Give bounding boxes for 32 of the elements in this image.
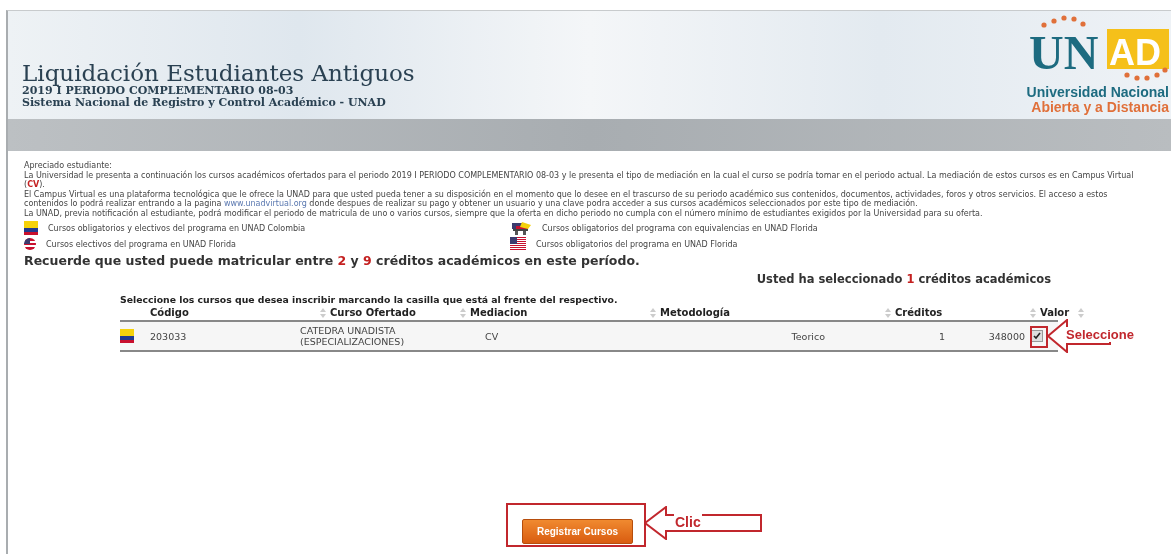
logo-name: Universidad Nacional bbox=[1026, 85, 1169, 100]
logo-mark: UN AD bbox=[1019, 15, 1169, 85]
notice-paragraph: El Campus Virtual es una plataforma tecnológica que le ofrece la UNAD para que usted pueda tener a su disposición en el momento que lo desee en el trascurso de su periodo académico sus contenidos, documentos, actividades, foros y otros servicios. El acceso a estos contenidos lo podrá realizar entrando a la pagina www.unadvirtual.org donde despues de realizar su pago y obtener un usuario y una clave podra acceder a sus cursos académicos seleccionados por este tipo de mediación. bbox=[24, 189, 1109, 208]
instruction-text: Seleccione los cursos que desea inscribir marcando la casilla que está al frente del respectivo. bbox=[120, 294, 619, 305]
greeting-text: Apreciado estudiante: bbox=[24, 161, 113, 171]
legend-label: Cursos obligatorios y electivos del programa en UNAD Colombia bbox=[48, 223, 306, 233]
column-header[interactable]: Metodología bbox=[660, 307, 731, 318]
credits-note: Recuerde que usted puede matricular entre 2 y 9 créditos académicos en este período. bbox=[24, 253, 641, 268]
column-header[interactable]: Valor bbox=[1040, 307, 1070, 318]
virtual-campus-link[interactable]: www.unadvirtual.org bbox=[224, 199, 307, 208]
table-cell-text: 1 bbox=[937, 330, 945, 342]
notice-paragraph: La Universidad le presenta a continuación los cursos académicos ofertados para el periodo 2019 I PERIODO COMPLEMENTARIO 08-03 y le presenta el tipo de mediación en la cual el curso se podría tomar en el periodo actual. La mediación de estos cursos es en Campus Virtual (CV). bbox=[24, 170, 1135, 189]
page-title: Liquidación Estudiantes Antiguos bbox=[22, 61, 415, 85]
period-subtitle: 2019 I PERIODO COMPLEMENTARIO 08-03 bbox=[22, 85, 295, 97]
annotation-label: Seleccione bbox=[1065, 327, 1135, 342]
legend-label: Cursos obligatorios del programa con equivalencias en UNAD Florida bbox=[542, 223, 818, 233]
legend-label: Cursos electivos del programa en UNAD Florida bbox=[46, 239, 236, 249]
column-header[interactable]: Curso Ofertado bbox=[330, 307, 416, 318]
table-cell-text: CV bbox=[485, 330, 500, 342]
logo-tagline: Abierta y a Distancia bbox=[1031, 100, 1169, 115]
system-subtitle: Sistema Nacional de Registro y Control Académico - UNAD bbox=[22, 97, 387, 109]
selected-credits-note: Usted ha seleccionado 1 créditos académicos bbox=[756, 272, 1051, 286]
legend-label: Cursos obligatorios del programa en UNAD Florida bbox=[536, 239, 738, 249]
table-cell-text: 203033 bbox=[150, 330, 188, 342]
annotation-label: Clic bbox=[674, 514, 702, 530]
column-header[interactable]: Código bbox=[150, 307, 189, 318]
column-header[interactable]: Mediacion bbox=[470, 307, 528, 318]
notice-paragraph: La UNAD, previa notificación al estudiante, podrá modificar el periodo de matricula de uno o varios cursos, siempre que la oferta en dicho periodo no cumpla con el número mínimo de estudiantes exigidos por la Universidad para su oferta. bbox=[24, 208, 984, 218]
column-header[interactable]: Créditos bbox=[895, 307, 943, 318]
table-cell-text: 348000 bbox=[987, 330, 1025, 342]
table-cell-text: Teorico bbox=[790, 330, 825, 342]
table-cell-text: CATEDRA UNADISTA (ESPECIALIZACIONES) bbox=[300, 325, 406, 347]
